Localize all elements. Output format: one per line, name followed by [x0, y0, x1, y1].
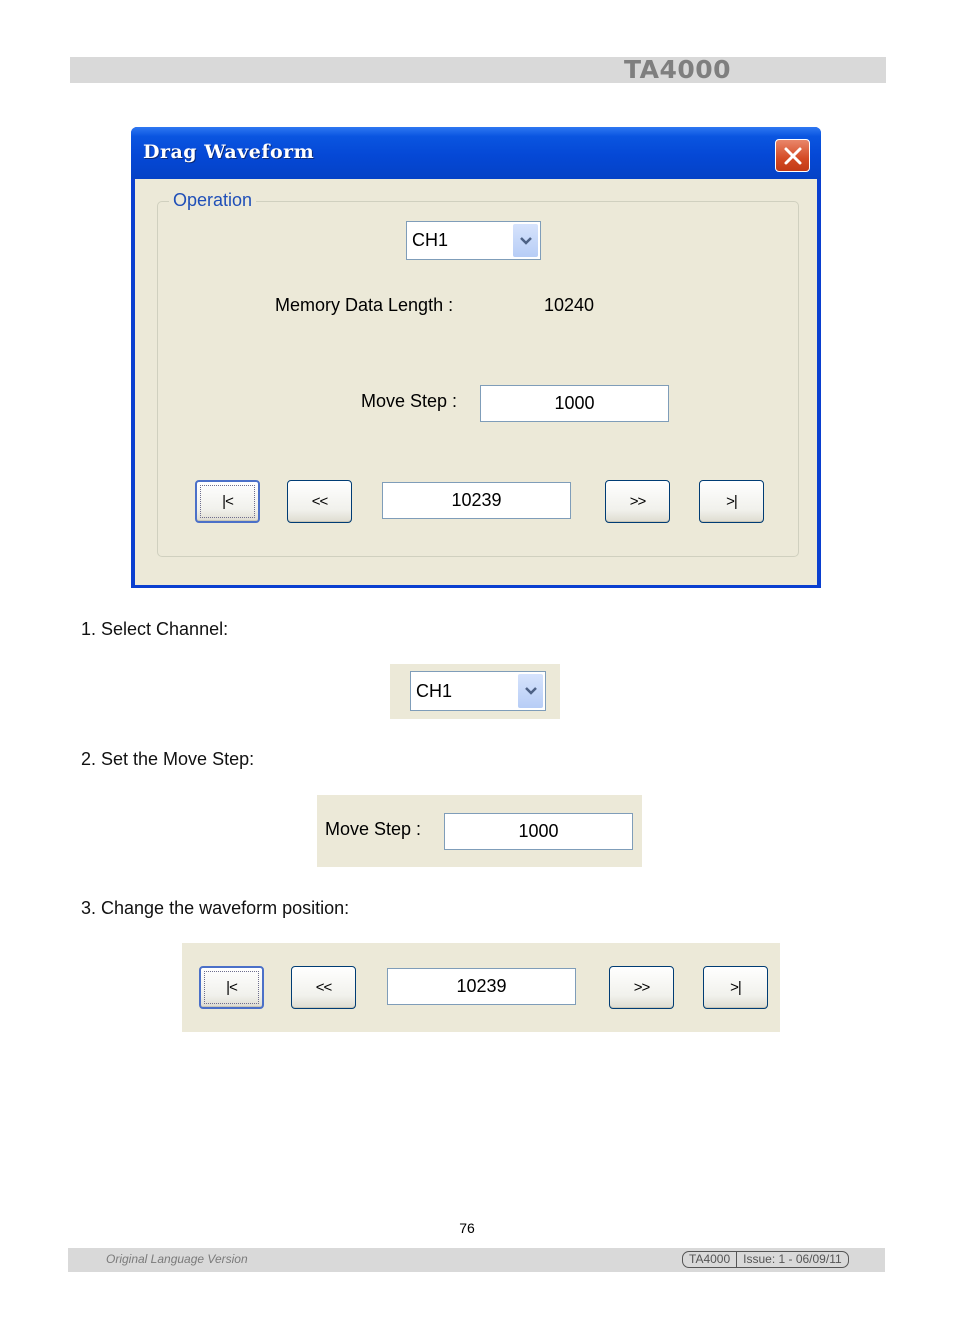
- move-step-snippet-input[interactable]: 1000: [444, 813, 633, 850]
- position-snippet: |< << 10239 >> >|: [182, 943, 780, 1032]
- chevron-down-icon: [524, 687, 537, 695]
- channel-select[interactable]: CH1: [406, 221, 541, 260]
- prev-button[interactable]: <<: [287, 480, 352, 523]
- channel-snippet: CH1: [390, 664, 560, 719]
- drag-waveform-dialog: Drag Waveform Operation CH1 Memory Data …: [131, 127, 821, 588]
- move-step-snippet-label: Move Step :: [325, 819, 422, 839]
- move-step-input[interactable]: 1000: [480, 385, 669, 422]
- first-button[interactable]: |<: [195, 480, 260, 523]
- last-button[interactable]: >|: [699, 480, 764, 523]
- dialog-title: Drag Waveform: [143, 141, 315, 163]
- next-button[interactable]: >>: [605, 480, 670, 523]
- memory-data-length-label: Memory Data Length :: [275, 295, 454, 315]
- channel-select-snippet[interactable]: CH1: [410, 671, 546, 711]
- first-button-snippet[interactable]: |<: [199, 966, 264, 1009]
- footer-bar: Original Language Version TA4000 Issue: …: [68, 1248, 885, 1272]
- dialog-titlebar[interactable]: Drag Waveform: [131, 127, 821, 179]
- operation-group-label: Operation: [169, 190, 257, 211]
- prev-button-snippet[interactable]: <<: [291, 966, 356, 1009]
- dropdown-arrow-snippet[interactable]: [518, 674, 543, 708]
- step-1-text: 1. Select Channel:: [81, 619, 229, 639]
- position-input[interactable]: 10239: [382, 482, 571, 519]
- dialog-client-area: Operation CH1 Memory Data Length : 10240…: [135, 179, 817, 585]
- page-number: 76: [459, 1220, 475, 1236]
- header-title: TA4000: [624, 55, 732, 84]
- move-step-label: Move Step :: [361, 391, 458, 411]
- close-button[interactable]: [775, 139, 810, 172]
- header-bar: [70, 57, 886, 83]
- memory-data-length-value: 10240: [544, 295, 595, 315]
- footer-doc-info: TA4000 Issue: 1 - 06/09/11: [682, 1251, 849, 1268]
- footer-model: TA4000: [689, 1252, 731, 1266]
- last-button-snippet[interactable]: >|: [703, 966, 768, 1009]
- position-snippet-input[interactable]: 10239: [387, 968, 576, 1005]
- channel-select-snippet-value: CH1: [416, 680, 453, 701]
- chevron-down-icon: [519, 236, 532, 245]
- first-button-snippet-label: |<: [204, 971, 259, 1004]
- footer-issue: Issue: 1 - 06/09/11: [743, 1252, 842, 1266]
- first-button-label: |<: [200, 485, 255, 518]
- footer-left-text: Original Language Version: [106, 1252, 248, 1266]
- step-3-text: 3. Change the waveform position:: [81, 898, 350, 918]
- move-step-snippet: Move Step : 1000: [317, 795, 642, 867]
- dropdown-arrow[interactable]: [513, 224, 538, 257]
- channel-select-value: CH1: [412, 230, 449, 250]
- step-2-text: 2. Set the Move Step:: [81, 749, 255, 769]
- close-icon: [784, 147, 801, 164]
- next-button-snippet[interactable]: >>: [609, 966, 674, 1009]
